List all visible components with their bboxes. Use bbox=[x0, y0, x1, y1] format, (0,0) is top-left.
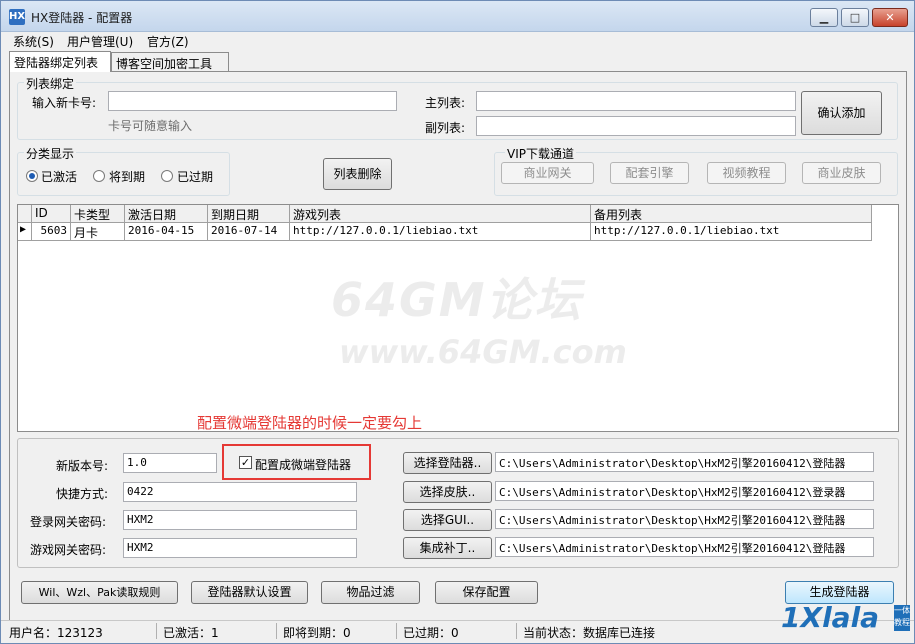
filter-group-title: 分类显示 bbox=[24, 145, 77, 162]
shortcut-input[interactable]: 0422 bbox=[123, 482, 357, 502]
sub-list-input[interactable] bbox=[476, 116, 796, 136]
column-header-activation-date[interactable]: 激活日期 bbox=[125, 205, 208, 223]
status-bar: 用户名：123123 已激活：1 即将到期：0 已过期：0 当前状态：数据库已连… bbox=[1, 620, 914, 643]
main-list-input[interactable] bbox=[476, 91, 796, 111]
window-title: HX登陆器 - 配置器 bbox=[31, 11, 133, 25]
select-gui-button[interactable]: 选择GUI.. bbox=[403, 509, 492, 531]
table-cell[interactable]: 2016-07-14 bbox=[208, 223, 290, 241]
select-launcher-button[interactable]: 选择登陆器.. bbox=[403, 452, 492, 474]
close-button[interactable]: ✕ bbox=[872, 8, 908, 27]
row-selector-icon: ▶ bbox=[18, 223, 32, 241]
table-cell[interactable]: http://127.0.0.1/liebiao.txt bbox=[591, 223, 872, 241]
vip-commercial-skin-button[interactable]: 商业皮肤 bbox=[802, 162, 881, 184]
micro-launcher-highlight bbox=[222, 444, 371, 480]
table-cell[interactable]: 月卡 bbox=[71, 223, 125, 241]
title-bar: HX HX登陆器 - 配置器 ▁ □ ✕ bbox=[1, 1, 914, 32]
site-logo-badge: 一体 教程 bbox=[894, 605, 910, 631]
save-config-button[interactable]: 保存配置 bbox=[435, 581, 538, 604]
table-cell[interactable]: 2016-04-15 bbox=[125, 223, 208, 241]
annotation-note: 配置微端登陆器的时候一定要勾上 bbox=[197, 414, 423, 432]
watermark-url-text: www.64GM.com bbox=[339, 333, 627, 371]
menu-system[interactable]: 系统(S) bbox=[13, 33, 54, 50]
login-gateway-password-input[interactable]: HXM2 bbox=[123, 510, 357, 530]
status-expiring-count: 即将到期：0 bbox=[283, 626, 351, 640]
skin-path-field[interactable]: C:\Users\Administrator\Desktop\HxM2引擎201… bbox=[495, 481, 874, 501]
status-divider bbox=[276, 623, 277, 639]
filter-active-radio[interactable] bbox=[26, 170, 38, 182]
filter-expired-label: 已过期 bbox=[177, 170, 214, 184]
watermark-forum-text: 64GM论坛 bbox=[331, 273, 583, 327]
status-divider bbox=[396, 623, 397, 639]
vip-engine-button[interactable]: 配套引擎 bbox=[610, 162, 689, 184]
tab-blog-encrypt-tool[interactable]: 博客空间加密工具 bbox=[111, 52, 229, 72]
app-window: HX HX登陆器 - 配置器 ▁ □ ✕ 系统(S) 用户管理(U) 官方(Z)… bbox=[0, 0, 915, 644]
card-number-input[interactable] bbox=[108, 91, 397, 111]
sub-list-label: 副列表: bbox=[425, 121, 466, 135]
filter-active-label: 已激活 bbox=[41, 170, 78, 184]
gui-path-field[interactable]: C:\Users\Administrator\Desktop\HxM2引擎201… bbox=[495, 509, 874, 529]
column-header-game-list[interactable]: 游戏列表 bbox=[290, 205, 591, 223]
minimize-button[interactable]: ▁ bbox=[810, 8, 838, 27]
card-number-hint: 卡号可随意输入 bbox=[108, 119, 193, 133]
menu-official[interactable]: 官方(Z) bbox=[147, 33, 189, 50]
read-rules-button[interactable]: Wil、Wzl、Pak读取规则 bbox=[21, 581, 178, 604]
table-cell[interactable]: 5603 bbox=[32, 223, 71, 241]
main-list-label: 主列表: bbox=[425, 96, 466, 110]
integrate-patch-button[interactable]: 集成补丁.. bbox=[403, 537, 492, 559]
filter-expiring-label: 将到期 bbox=[109, 170, 146, 184]
column-header-expiry-date[interactable]: 到期日期 bbox=[208, 205, 290, 223]
vip-download-group-title: VIP下载通道 bbox=[505, 145, 576, 162]
app-icon: HX bbox=[9, 9, 25, 25]
select-skin-button[interactable]: 选择皮肤.. bbox=[403, 481, 492, 503]
column-header-card-type[interactable]: 卡类型 bbox=[71, 205, 125, 223]
patch-path-field[interactable]: C:\Users\Administrator\Desktop\HxM2引擎201… bbox=[495, 537, 874, 557]
item-filter-button[interactable]: 物品过滤 bbox=[321, 581, 420, 604]
status-divider bbox=[516, 623, 517, 639]
status-divider bbox=[156, 623, 157, 639]
maximize-button[interactable]: □ bbox=[841, 8, 869, 27]
menu-bar: 系统(S) 用户管理(U) 官方(Z) bbox=[1, 32, 914, 50]
vip-video-tutorial-button[interactable]: 视频教程 bbox=[707, 162, 786, 184]
column-header-backup-list[interactable]: 备用列表 bbox=[591, 205, 872, 223]
vip-commercial-gateway-button[interactable]: 商业网关 bbox=[501, 162, 594, 184]
game-gateway-password-input[interactable]: HXM2 bbox=[123, 538, 357, 558]
grid-corner bbox=[18, 205, 32, 223]
card-number-label: 输入新卡号: bbox=[32, 96, 97, 110]
filter-expired-radio[interactable] bbox=[161, 170, 173, 182]
column-header-id[interactable]: ID bbox=[32, 205, 71, 223]
confirm-add-button[interactable]: 确认添加 bbox=[801, 91, 882, 135]
table-cell[interactable]: http://127.0.0.1/liebiao.txt bbox=[290, 223, 591, 241]
status-db-state: 当前状态：数据库已连接 bbox=[523, 626, 656, 640]
shortcut-label: 快捷方式: bbox=[56, 487, 109, 501]
version-input[interactable]: 1.0 bbox=[123, 453, 217, 473]
game-gateway-password-label: 游戏网关密码: bbox=[30, 543, 107, 557]
site-logo: 1Xlala bbox=[781, 601, 880, 634]
filter-expiring-radio[interactable] bbox=[93, 170, 105, 182]
launcher-path-field[interactable]: C:\Users\Administrator\Desktop\HxM2引擎201… bbox=[495, 452, 874, 472]
status-expired-count: 已过期：0 bbox=[403, 626, 459, 640]
list-delete-button[interactable]: 列表删除 bbox=[323, 158, 392, 190]
version-label: 新版本号: bbox=[56, 459, 109, 473]
list-bind-group-title: 列表绑定 bbox=[24, 75, 77, 92]
tab-launcher-bind-list[interactable]: 登陆器绑定列表 bbox=[9, 51, 111, 72]
status-active-count: 已激活：1 bbox=[163, 626, 219, 640]
menu-user-management[interactable]: 用户管理(U) bbox=[67, 33, 133, 50]
status-username: 用户名：123123 bbox=[9, 626, 103, 640]
launcher-default-settings-button[interactable]: 登陆器默认设置 bbox=[191, 581, 308, 604]
login-gateway-password-label: 登录网关密码: bbox=[30, 515, 107, 529]
